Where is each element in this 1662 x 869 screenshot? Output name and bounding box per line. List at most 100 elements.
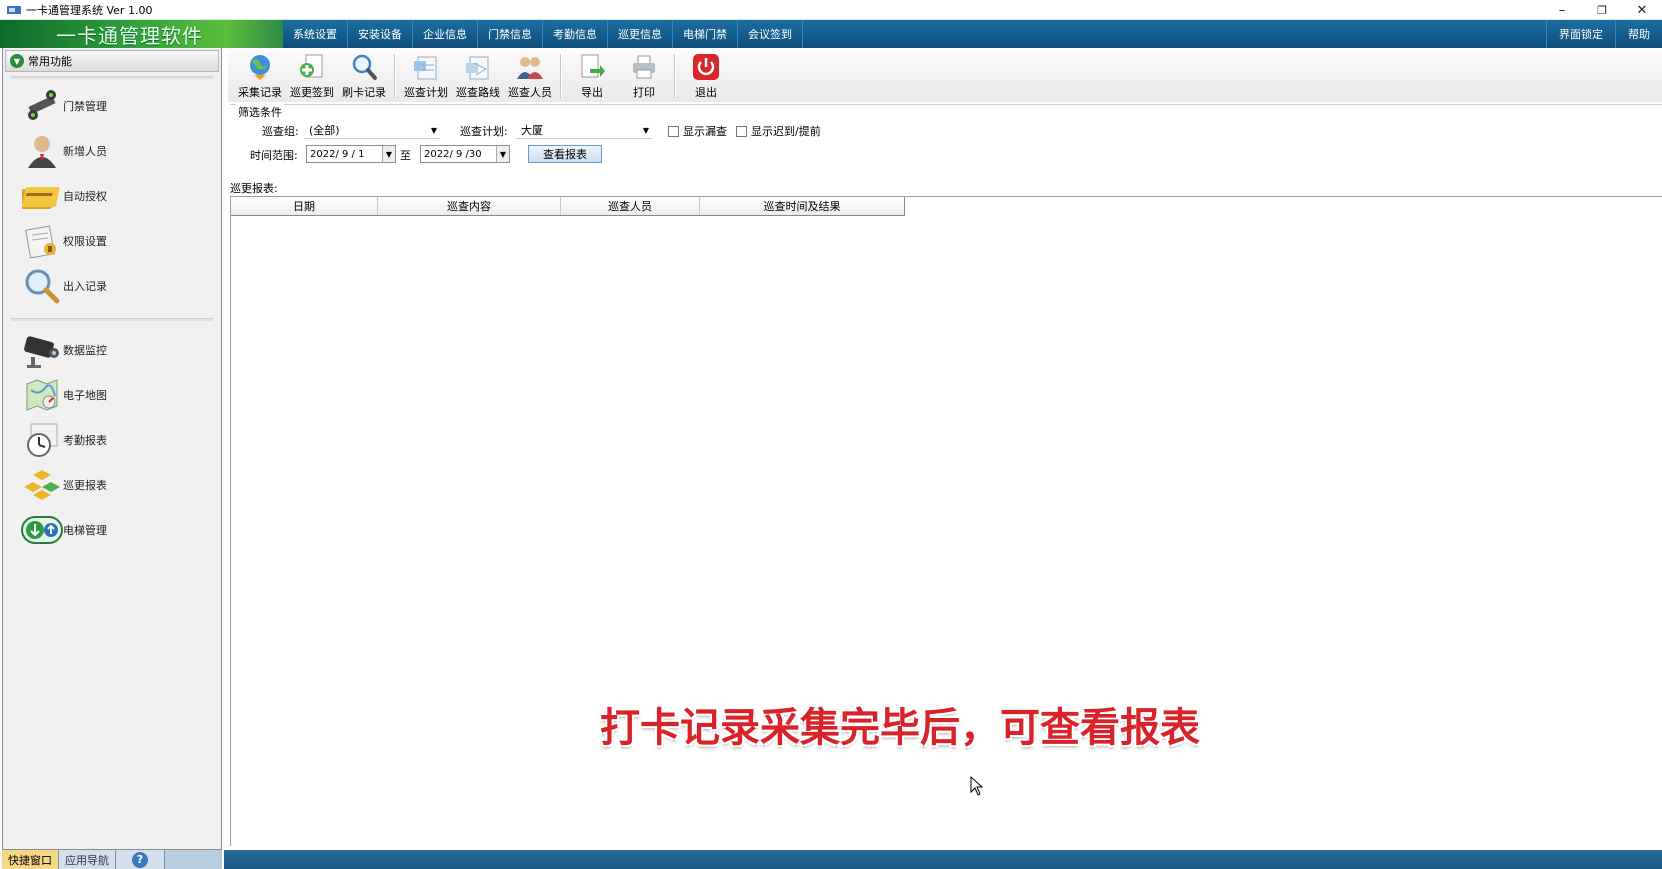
sidebar-item-add-person[interactable]: 新增人员 bbox=[3, 128, 221, 173]
patrol-route-button[interactable]: 巡查路线 bbox=[452, 50, 504, 102]
tab-shortcut-window[interactable]: 快捷窗口 bbox=[2, 850, 59, 869]
time-range-label: 时间范围: bbox=[250, 149, 298, 162]
patrol-group-label: 巡查组: bbox=[262, 125, 299, 138]
blocks-icon bbox=[21, 465, 63, 505]
people-icon bbox=[515, 52, 545, 82]
toolbar: 采集记录 巡更签到 刷卡记录 巡查计划 巡查路线 巡查人员 导出 打印 退出 bbox=[228, 50, 1662, 102]
route-icon bbox=[463, 52, 493, 82]
tool-label: 巡查计划 bbox=[404, 86, 448, 99]
menu-attendance-info[interactable]: 考勤信息 bbox=[543, 20, 608, 48]
menu-help[interactable]: 帮助 bbox=[1615, 20, 1662, 48]
minimize-button[interactable]: – bbox=[1542, 0, 1582, 20]
divider bbox=[11, 318, 213, 321]
add-doc-icon bbox=[297, 52, 327, 82]
sidebar-item-data-monitor[interactable]: 数据监控 bbox=[3, 327, 221, 372]
sidebar-item-auto-authorize[interactable]: 自动授权 bbox=[3, 173, 221, 218]
dropdown-arrow-icon: ▼ bbox=[430, 126, 437, 135]
export-icon bbox=[577, 52, 607, 82]
show-late-label: 显示迟到/提前 bbox=[751, 125, 821, 138]
sidebar-item-permission-settings[interactable]: 权限设置 bbox=[3, 218, 221, 263]
main-menu: 系统设置 安装设备 企业信息 门禁信息 考勤信息 巡更信息 电梯门禁 会议签到 bbox=[283, 20, 803, 48]
tool-label: 刷卡记录 bbox=[342, 86, 386, 99]
sidebar-item-door-control[interactable]: 门禁管理 bbox=[3, 83, 221, 128]
plan-icon bbox=[411, 52, 441, 82]
column-header-staff[interactable]: 巡查人员 bbox=[561, 197, 700, 215]
sidebar-item-label: 巡更报表 bbox=[63, 478, 107, 492]
patrol-plan-button[interactable]: 巡查计划 bbox=[400, 50, 452, 102]
column-header-date[interactable]: 日期 bbox=[231, 197, 378, 215]
menu-access-info[interactable]: 门禁信息 bbox=[478, 20, 543, 48]
sidebar-item-label: 权限设置 bbox=[63, 234, 107, 248]
patrol-checkin-button[interactable]: 巡更签到 bbox=[286, 50, 338, 102]
sidebar-item-access-records[interactable]: 出入记录 bbox=[3, 263, 221, 308]
menu-system-settings[interactable]: 系统设置 bbox=[283, 20, 348, 48]
sidebar-item-e-map[interactable]: 电子地图 bbox=[3, 372, 221, 417]
tab-help[interactable]: ? bbox=[116, 850, 165, 869]
person-icon bbox=[21, 131, 63, 171]
patrol-plan-value: 大厦 bbox=[521, 124, 543, 137]
door-control-icon bbox=[21, 86, 63, 126]
calendar-dropdown-icon[interactable]: ▼ bbox=[382, 146, 395, 162]
menu-install-device[interactable]: 安装设备 bbox=[348, 20, 413, 48]
date-from-picker[interactable]: 2022/ 9 / 1 ▼ bbox=[306, 145, 396, 163]
sidebar-header[interactable]: ▼ 常用功能 bbox=[5, 50, 219, 72]
restore-button[interactable]: ❐ bbox=[1582, 0, 1622, 20]
sidebar-tabs: 快捷窗口 应用导航 ? bbox=[2, 850, 222, 869]
menu-patrol-info[interactable]: 巡更信息 bbox=[608, 20, 673, 48]
title-bar: 一卡通管理系统 Ver 1.00 – ❐ ✕ bbox=[0, 0, 1662, 20]
collect-records-button[interactable]: 采集记录 bbox=[234, 50, 286, 102]
dropdown-arrow-icon: ▼ bbox=[642, 126, 649, 135]
window-title: 一卡通管理系统 Ver 1.00 bbox=[26, 3, 153, 17]
menu-lock-ui[interactable]: 界面锁定 bbox=[1546, 20, 1615, 48]
show-late-checkbox[interactable]: 显示迟到/提前 bbox=[736, 123, 821, 139]
menu-company-info[interactable]: 企业信息 bbox=[413, 20, 478, 48]
sidebar-item-elevator-management[interactable]: 电梯管理 bbox=[3, 507, 221, 552]
camera-icon bbox=[21, 330, 63, 370]
view-report-button[interactable]: 查看报表 bbox=[528, 145, 602, 163]
toolbar-separator bbox=[560, 54, 562, 98]
swipe-records-button[interactable]: 刷卡记录 bbox=[338, 50, 390, 102]
sidebar-item-label: 出入记录 bbox=[63, 279, 107, 293]
toolbar-separator bbox=[394, 54, 396, 98]
patrol-plan-label: 巡查计划: bbox=[460, 125, 508, 138]
tool-label: 导出 bbox=[581, 86, 603, 99]
calendar-dropdown-icon[interactable]: ▼ bbox=[496, 146, 509, 162]
print-button[interactable]: 打印 bbox=[618, 50, 670, 102]
checkbox-box[interactable] bbox=[668, 125, 679, 137]
power-icon bbox=[691, 52, 721, 82]
sidebar-item-label: 考勤报表 bbox=[63, 433, 107, 447]
patrol-group-select[interactable]: (全部) ▼ bbox=[304, 121, 440, 139]
toolbar-separator bbox=[674, 54, 676, 98]
printer-icon bbox=[629, 52, 659, 82]
exit-button[interactable]: 退出 bbox=[680, 50, 732, 102]
date-to-picker[interactable]: 2022/ 9 /30 ▼ bbox=[420, 145, 510, 163]
logo-text: 一卡通管理软件 bbox=[56, 23, 203, 48]
export-button[interactable]: 导出 bbox=[566, 50, 618, 102]
sidebar-item-attendance-report[interactable]: 考勤报表 bbox=[3, 417, 221, 462]
close-button[interactable]: ✕ bbox=[1622, 0, 1662, 20]
tool-label: 采集记录 bbox=[238, 86, 282, 99]
tool-label: 打印 bbox=[633, 86, 655, 99]
magnifier-icon bbox=[21, 266, 63, 306]
app-window: 一卡通管理系统 Ver 1.00 – ❐ ✕ 一卡通管理软件 系统设置 安装设备… bbox=[0, 0, 1662, 869]
patrol-staff-button[interactable]: 巡查人员 bbox=[504, 50, 556, 102]
logo: 一卡通管理软件 bbox=[0, 20, 283, 48]
report-label: 巡更报表: bbox=[230, 182, 278, 195]
sidebar-item-label: 电子地图 bbox=[63, 388, 107, 402]
show-missed-checkbox[interactable]: 显示漏查 bbox=[668, 123, 727, 139]
menu-elevator-access[interactable]: 电梯门禁 bbox=[673, 20, 738, 48]
tool-label: 巡查人员 bbox=[508, 86, 552, 99]
menu-meeting-checkin[interactable]: 会议签到 bbox=[738, 20, 803, 48]
sidebar-item-label: 自动授权 bbox=[63, 189, 107, 203]
column-header-time-result[interactable]: 巡查时间及结果 bbox=[700, 197, 904, 215]
patrol-plan-select[interactable]: 大厦 ▼ bbox=[516, 121, 652, 139]
divider bbox=[11, 76, 213, 79]
checkbox-box[interactable] bbox=[736, 125, 747, 137]
tab-app-navigation[interactable]: 应用导航 bbox=[59, 850, 116, 869]
date-from-value: 2022/ 9 / 1 bbox=[310, 148, 365, 160]
date-to-value: 2022/ 9 /30 bbox=[424, 148, 482, 160]
sidebar-item-patrol-report[interactable]: 巡更报表 bbox=[3, 462, 221, 507]
search-doc-icon bbox=[349, 52, 379, 82]
collapse-icon[interactable]: ▼ bbox=[10, 54, 24, 68]
column-header-content[interactable]: 巡查内容 bbox=[378, 197, 561, 215]
